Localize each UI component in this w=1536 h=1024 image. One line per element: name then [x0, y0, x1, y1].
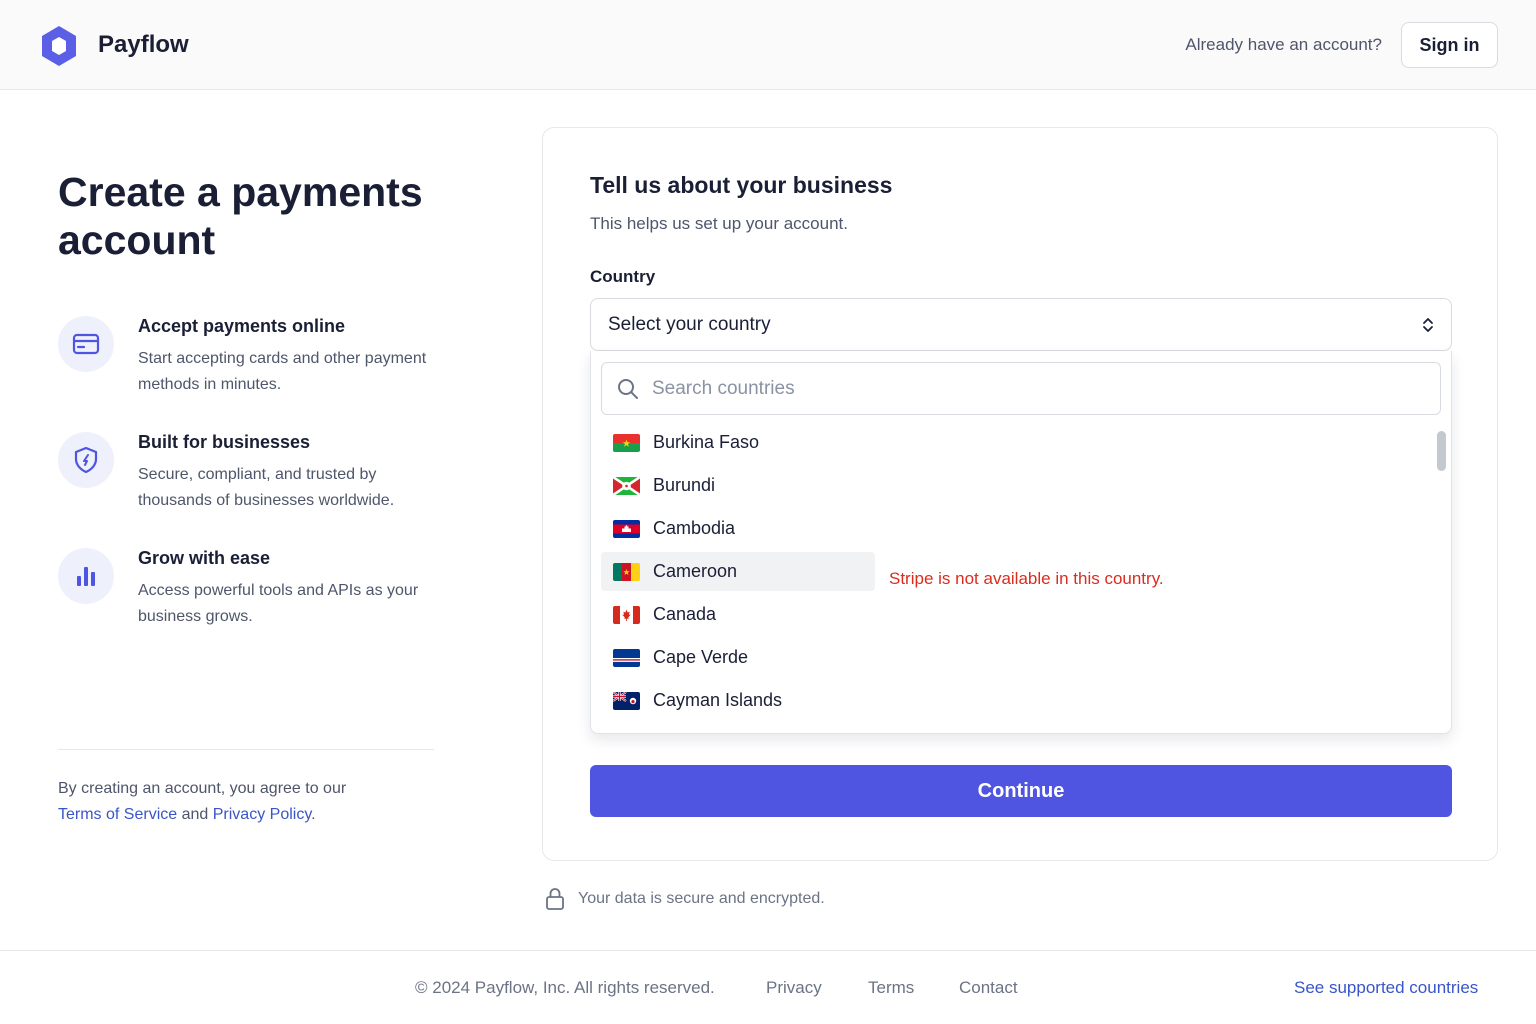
country-select-value: Select your country — [608, 314, 771, 335]
chevron-up-down-icon — [1423, 318, 1433, 332]
country-option[interactable]: Cambodia — [601, 509, 875, 548]
cayman-islands-flag — [613, 692, 640, 710]
country-search-box — [601, 362, 1441, 415]
sign-in-button[interactable]: Sign in — [1401, 22, 1498, 68]
legal-agreement: By creating an account, you agree to our… — [58, 776, 418, 828]
cambodia-flag — [613, 520, 640, 538]
dropdown-scrollbar[interactable] — [1437, 431, 1446, 471]
country-option-label: Cameroon — [653, 561, 738, 581]
top-header: Payflow Already have an account? Sign in — [0, 0, 1536, 90]
footer-terms-link[interactable]: Terms — [868, 978, 914, 998]
country-option[interactable]: Canada — [601, 595, 875, 634]
feature-title: Accept payments online — [138, 316, 346, 336]
page-title: Create a payments account — [58, 169, 423, 263]
card-title: Tell us about your business — [590, 172, 893, 198]
country-option-label: Cambodia — [653, 518, 736, 538]
brand-name: Payflow — [98, 31, 189, 58]
country-unavailable-error: Stripe is not available in this country. — [889, 569, 1164, 588]
cape-verde-flag — [613, 649, 640, 667]
bar-chart-icon — [58, 548, 114, 604]
footer-privacy-link[interactable]: Privacy — [766, 978, 822, 998]
terms-of-service-link[interactable]: Terms of Service — [58, 806, 177, 823]
burkina-faso-flag — [613, 434, 640, 452]
feature-description: Start accepting cards and other payment … — [138, 350, 427, 393]
shield-icon — [58, 432, 114, 488]
lock-icon — [546, 888, 564, 910]
feature-title: Grow with ease — [138, 548, 271, 568]
credit-card-icon — [58, 316, 114, 372]
country-select[interactable]: Select your country — [590, 298, 1452, 351]
legal-prefix: By creating an account, you agree to our — [58, 780, 347, 797]
page-footer: © 2024 Payflow, Inc. All rights reserved… — [0, 950, 1536, 1024]
card-subtitle: This helps us set up your account. — [590, 214, 848, 233]
continue-button[interactable]: Continue — [590, 765, 1452, 817]
country-option[interactable]: Cape Verde — [601, 638, 875, 677]
hexagon-logo-icon — [42, 26, 76, 66]
cameroon-flag — [613, 563, 640, 581]
security-note-text: Your data is secure and encrypted. — [578, 890, 825, 907]
country-search-input[interactable] — [652, 373, 1412, 405]
copyright-text: © 2024 Payflow, Inc. All rights reserved… — [415, 978, 715, 997]
country-option-highlighted[interactable]: Cameroon — [601, 552, 875, 591]
country-option-label: Cayman Islands — [653, 690, 783, 710]
country-option-label: Cape Verde — [653, 647, 749, 667]
feature-title: Built for businesses — [138, 432, 311, 452]
search-icon — [618, 379, 638, 399]
country-option[interactable]: Burkina Faso — [601, 423, 875, 462]
divider — [58, 749, 434, 750]
privacy-policy-link[interactable]: Privacy Policy — [213, 806, 311, 823]
footer-contact-link[interactable]: Contact — [959, 978, 1018, 998]
legal-and: and — [181, 806, 209, 823]
country-option[interactable]: Burundi — [601, 466, 875, 505]
country-option-label: Burundi — [653, 475, 716, 495]
country-option[interactable]: Cayman Islands — [601, 681, 875, 720]
country-option-label: Canada — [653, 604, 717, 624]
canada-flag — [613, 606, 640, 624]
legal-suffix: . — [311, 806, 316, 823]
feature-description: Access powerful tools and APIs as your b… — [138, 582, 419, 625]
country-option-label: Burkina Faso — [653, 432, 760, 452]
country-dropdown: Burkina Faso Burundi — [590, 351, 1452, 734]
burundi-flag — [613, 477, 640, 495]
see-supported-countries-link[interactable]: See supported countries — [1294, 978, 1478, 998]
already-have-account-text: Already have an account? — [1185, 35, 1382, 54]
country-label: Country — [590, 267, 656, 286]
business-form-card: Tell us about your business This helps u… — [542, 127, 1498, 861]
feature-description: Secure, compliant, and trusted by thousa… — [138, 466, 395, 509]
